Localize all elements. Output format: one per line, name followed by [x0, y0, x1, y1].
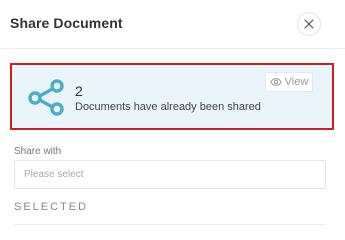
share-with-placeholder: Please select	[24, 169, 84, 180]
view-button[interactable]: View	[265, 72, 313, 92]
dialog-header: Share Document	[0, 0, 345, 49]
share-with-label: Share with	[14, 146, 62, 157]
eye-icon	[269, 78, 282, 86]
close-button[interactable]	[297, 12, 321, 36]
shared-count: 2	[75, 83, 83, 99]
close-icon	[304, 19, 314, 29]
share-document-dialog: Share Document 2 Documents have already …	[0, 0, 345, 227]
divider	[14, 224, 326, 225]
view-button-label: View	[284, 76, 309, 88]
share-icon	[28, 79, 64, 116]
dialog-title: Share Document	[10, 15, 123, 31]
shared-count-description: Documents have already been shared	[75, 101, 261, 113]
selected-heading: SELECTED	[14, 201, 89, 213]
share-with-select[interactable]: Please select	[14, 160, 326, 189]
shared-documents-summary: 2 Documents have already been shared Vie…	[10, 63, 334, 130]
